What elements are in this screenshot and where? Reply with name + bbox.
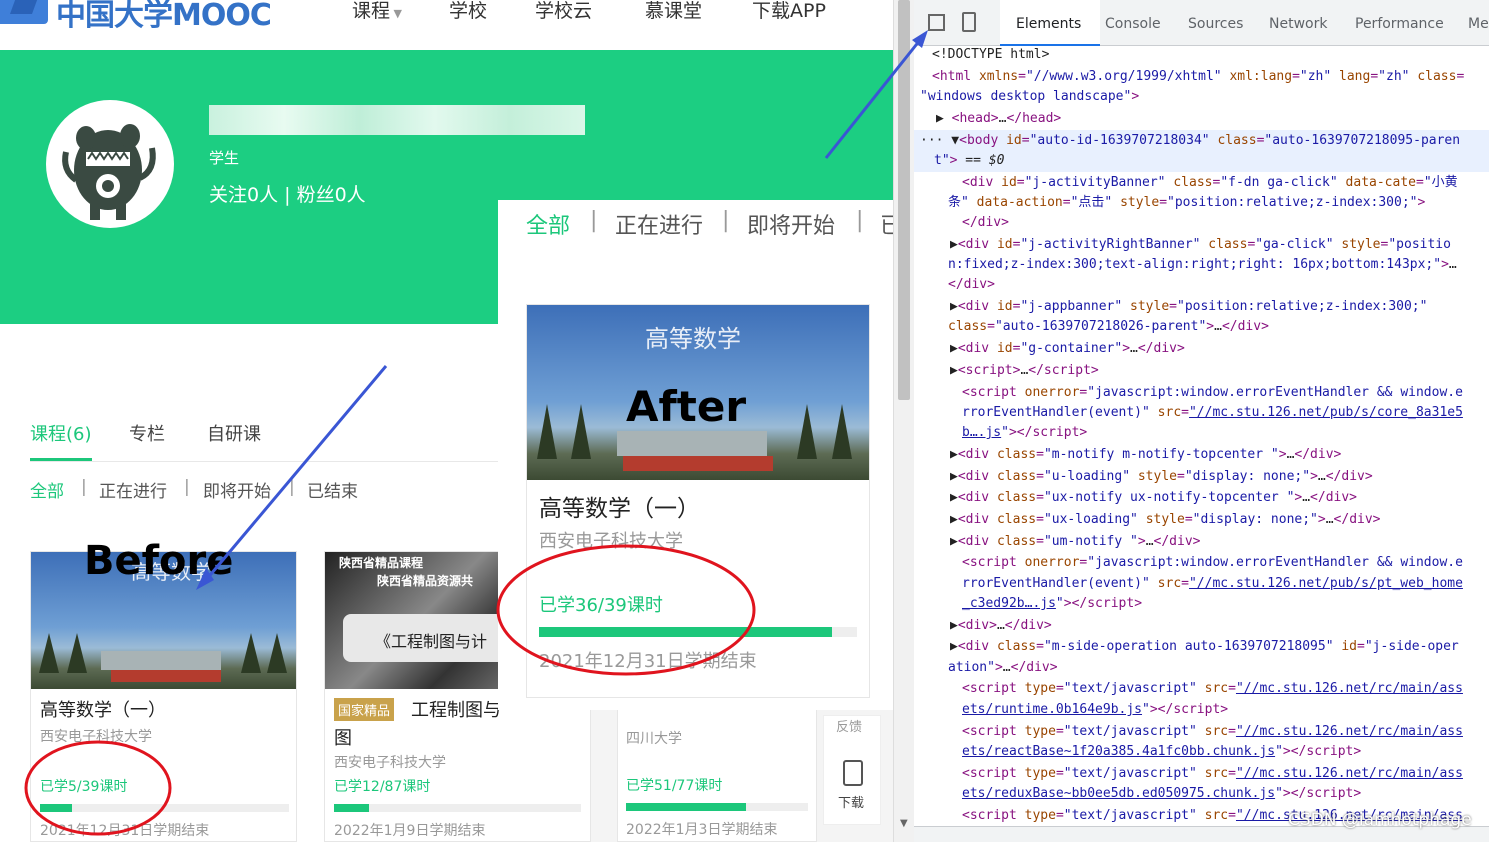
pointer-arrow	[824, 30, 928, 159]
screenshot-root: 中国大学MOOC 课程 ▼ 学校 学校云 慕课堂 下载APP 学生 关注0人 |…	[0, 0, 1489, 842]
